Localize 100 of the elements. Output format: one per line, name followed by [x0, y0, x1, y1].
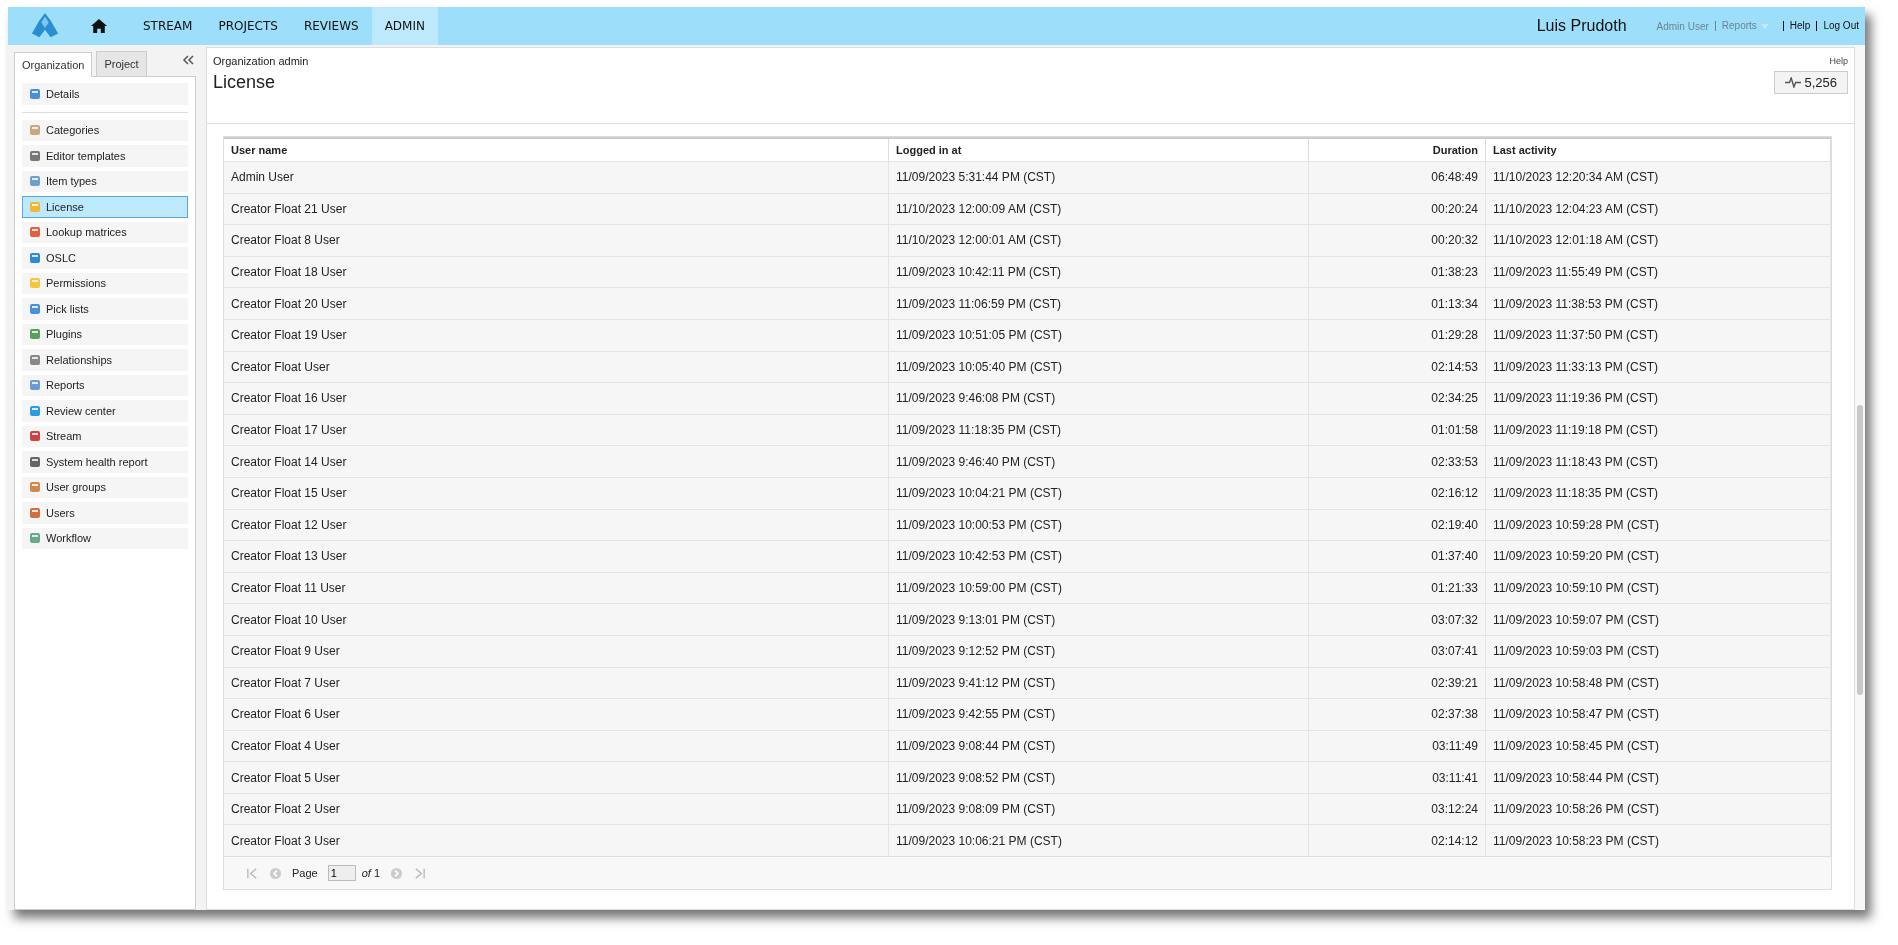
table-cell: Creator Float 3 User [224, 824, 889, 857]
sidebar-item[interactable]: Permissions [22, 272, 188, 294]
sidebar-item[interactable]: Stream [22, 425, 188, 447]
table-cell: 02:16:12 [1308, 477, 1486, 510]
header-link[interactable]: Help [1782, 21, 1811, 31]
sidebar-tab[interactable]: Project [96, 51, 147, 76]
breadcrumb: Organization admin [213, 55, 309, 67]
item-icon [29, 404, 41, 417]
nav-tab[interactable]: PROJECTS [205, 7, 291, 45]
table-cell: 11/09/2023 10:00:53 PM (CST) [888, 509, 1309, 541]
column-header[interactable]: User name [224, 138, 889, 162]
sidebar-item[interactable]: Plugins [22, 323, 188, 345]
table-cell: 11/09/2023 11:33:13 PM (CST) [1485, 351, 1831, 383]
table-cell: 11/09/2023 10:58:23 PM (CST) [1485, 824, 1831, 857]
table-cell: 11/09/2023 11:55:49 PM (CST) [1485, 256, 1831, 288]
table-cell: Creator Float 9 User [224, 635, 889, 667]
sidebar-item[interactable]: Workflow [22, 527, 188, 549]
sidebar-item[interactable]: Users [22, 502, 188, 524]
table-cell: 11/09/2023 11:38:53 PM (CST) [1485, 287, 1831, 320]
table-cell: 11/09/2023 10:59:07 PM (CST) [1485, 603, 1831, 636]
pulse-icon [1785, 77, 1802, 88]
nav-tab[interactable]: STREAM [130, 7, 206, 45]
table-cell: 00:20:32 [1308, 224, 1486, 257]
table-cell: Creator Float 20 User [224, 287, 889, 320]
table-cell: Creator Float 4 User [224, 730, 889, 762]
table-cell: 11/09/2023 9:46:40 PM (CST) [888, 445, 1309, 478]
collapse-icon[interactable] [182, 55, 194, 65]
sidebar-item[interactable]: OSLC [22, 247, 188, 269]
table-cell: 01:38:23 [1308, 256, 1486, 288]
table-cell: 11/09/2023 11:18:43 PM (CST) [1485, 445, 1831, 478]
item-icon [29, 251, 41, 264]
sidebar-item[interactable]: Details [22, 83, 188, 105]
activity-counter[interactable]: 5,256 [1774, 71, 1848, 94]
table-cell: 03:12:24 [1308, 793, 1486, 825]
sidebar-item[interactable]: Categories [22, 119, 188, 141]
item-icon [29, 430, 41, 443]
sidebar-item[interactable]: License [22, 196, 188, 218]
item-icon [29, 455, 41, 468]
table-cell: 11/09/2023 9:08:52 PM (CST) [888, 761, 1309, 794]
page-total: of 1 [361, 867, 381, 880]
table-cell: 02:14:12 [1308, 824, 1486, 857]
next-page-icon[interactable] [390, 866, 404, 880]
item-icon [29, 481, 41, 494]
table-cell: Creator Float 10 User [224, 603, 889, 636]
header-link[interactable]: Log Out [1816, 21, 1859, 31]
table-cell: 02:37:38 [1308, 698, 1486, 731]
table-cell: 11/09/2023 9:08:09 PM (CST) [888, 793, 1309, 825]
table-cell: 06:48:49 [1308, 161, 1486, 194]
user-name: Luis Prudoth [1536, 17, 1627, 35]
table-cell: Creator Float 18 User [224, 256, 889, 288]
previous-page-icon[interactable] [269, 866, 282, 880]
item-icon [29, 226, 41, 239]
page-field[interactable]: 1 [327, 865, 356, 882]
table-cell: Creator Float User [224, 351, 889, 383]
scrollbar[interactable] [1855, 45, 1865, 910]
table-cell: 01:29:28 [1308, 319, 1486, 352]
first-page-icon[interactable] [246, 866, 259, 880]
table-cell: 11/09/2023 11:18:35 PM (CST) [1485, 477, 1831, 510]
help-link[interactable]: Help [1829, 56, 1848, 66]
page-label: Page [292, 867, 318, 880]
table-cell: 11/09/2023 10:59:20 PM (CST) [1485, 540, 1831, 573]
sidebar-item[interactable]: Reports [22, 374, 188, 396]
item-icon [29, 532, 41, 545]
sidebar-item[interactable]: Pick lists [22, 298, 188, 320]
sidebar-item[interactable]: Editor templates [22, 145, 188, 167]
table-cell: 11/10/2023 12:00:09 AM (CST) [888, 193, 1309, 225]
sidebar-item[interactable]: User groups [22, 476, 188, 498]
sidebar-item[interactable]: Lookup matrices [22, 221, 188, 243]
item-icon [29, 328, 41, 341]
last-page-icon[interactable] [413, 866, 427, 880]
table-cell: 11/09/2023 9:46:08 PM (CST) [888, 382, 1309, 415]
table-cell: Admin User [224, 161, 889, 194]
table-cell: 11/09/2023 10:58:45 PM (CST) [1485, 730, 1831, 762]
table-cell: 01:01:58 [1308, 414, 1486, 446]
sidebar-item[interactable]: Item types [22, 170, 188, 192]
table-cell: 01:21:33 [1308, 572, 1486, 604]
table-cell: 11/10/2023 12:20:34 AM (CST) [1485, 161, 1831, 194]
sidebar-item[interactable]: System health report [22, 451, 188, 473]
sidebar-item[interactable]: Relationships [22, 349, 188, 371]
table-cell: 11/09/2023 9:42:55 PM (CST) [888, 698, 1309, 731]
table-cell: Creator Float 15 User [224, 477, 889, 510]
table-cell: Creator Float 16 User [224, 382, 889, 415]
table-cell: 11/09/2023 11:18:35 PM (CST) [888, 414, 1309, 446]
sidebar-tab[interactable]: Organization [14, 52, 93, 77]
item-icon [29, 277, 41, 290]
column-header[interactable]: Last activity [1485, 138, 1831, 162]
home-icon[interactable] [90, 18, 108, 34]
table-cell: Creator Float 19 User [224, 319, 889, 352]
column-header[interactable]: Logged in at [888, 138, 1309, 162]
table-cell: 11/10/2023 12:01:18 AM (CST) [1485, 224, 1831, 257]
table-cell: Creator Float 13 User [224, 540, 889, 573]
table-cell: Creator Float 12 User [224, 509, 889, 541]
nav-tab[interactable]: REVIEWS [290, 7, 372, 45]
column-header[interactable]: Duration [1308, 138, 1486, 162]
nav-tab[interactable]: ADMIN [371, 7, 438, 45]
sidebar-item[interactable]: Review center [22, 400, 188, 422]
table-cell: 11/09/2023 11:37:50 PM (CST) [1485, 319, 1831, 352]
table-cell: 11/09/2023 10:58:47 PM (CST) [1485, 698, 1831, 731]
table-cell: 11/09/2023 10:05:40 PM (CST) [888, 351, 1309, 383]
table-cell: 02:14:53 [1308, 351, 1486, 383]
